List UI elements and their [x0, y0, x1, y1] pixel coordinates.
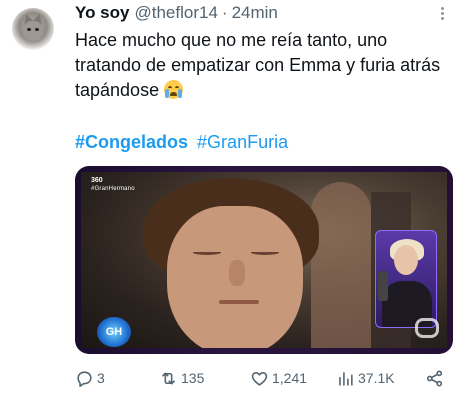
- retweet-icon: [162, 372, 175, 384]
- heart-icon: [251, 371, 268, 386]
- cat-eye: [27, 28, 31, 31]
- microphone-icon: [378, 271, 388, 301]
- crying-face-emoji-icon: [164, 80, 184, 99]
- hashtag-bug: #GranHermano: [91, 186, 135, 192]
- closed-eye: [193, 250, 221, 255]
- author-avatar[interactable]: [12, 8, 54, 50]
- cat-eye: [35, 28, 39, 31]
- reply-button[interactable]: 3: [75, 369, 105, 388]
- background-person: [311, 182, 371, 348]
- picture-in-picture-host: [375, 230, 437, 328]
- mouth: [219, 300, 259, 304]
- closed-eye: [251, 250, 279, 255]
- separator-dot: ·: [221, 3, 228, 22]
- show-logo-icon: GH: [97, 317, 131, 347]
- hashtag-row: #Congelados #GranFuria: [75, 132, 292, 153]
- tweet-text: Hace mucho que no me reía tanto, uno tra…: [75, 28, 450, 103]
- more-options-icon[interactable]: [435, 5, 449, 21]
- share-button[interactable]: [425, 369, 444, 388]
- tweet-body: Hace mucho que no me reía tanto, uno tra…: [75, 30, 441, 100]
- retweet-button[interactable]: 135: [159, 369, 204, 388]
- author-handle[interactable]: @theflor14: [134, 3, 217, 23]
- hashtag-link[interactable]: #Congelados: [75, 132, 188, 152]
- nose: [229, 260, 245, 286]
- cat-face: [23, 21, 43, 41]
- views-chart-icon: [339, 371, 353, 386]
- tweet-header: Yo soy @theflor14 · 24min: [75, 1, 278, 25]
- channel-bug: 360: [91, 177, 103, 184]
- like-count: 1,241: [272, 370, 308, 386]
- view-count: 37.1K: [358, 370, 395, 386]
- reply-count: 3: [97, 370, 105, 386]
- tweet-actions: 3 135 1,241 37.1K: [75, 366, 447, 390]
- video-frame: 360 #GranHermano GH: [81, 172, 447, 348]
- retweet-count: 135: [181, 370, 205, 386]
- share-icon: [426, 370, 443, 386]
- tweet-timestamp[interactable]: 24min: [232, 3, 278, 23]
- views-button[interactable]: 37.1K: [336, 369, 395, 388]
- author-name[interactable]: Yo soy: [75, 3, 129, 23]
- reply-icon: [77, 370, 92, 387]
- hashtag-link[interactable]: #GranFuria: [197, 132, 288, 152]
- host-face: [394, 245, 418, 275]
- tweet-media-image[interactable]: 360 #GranHermano GH: [75, 166, 453, 354]
- like-button[interactable]: 1,241: [250, 369, 307, 388]
- network-logo-icon: [415, 318, 439, 338]
